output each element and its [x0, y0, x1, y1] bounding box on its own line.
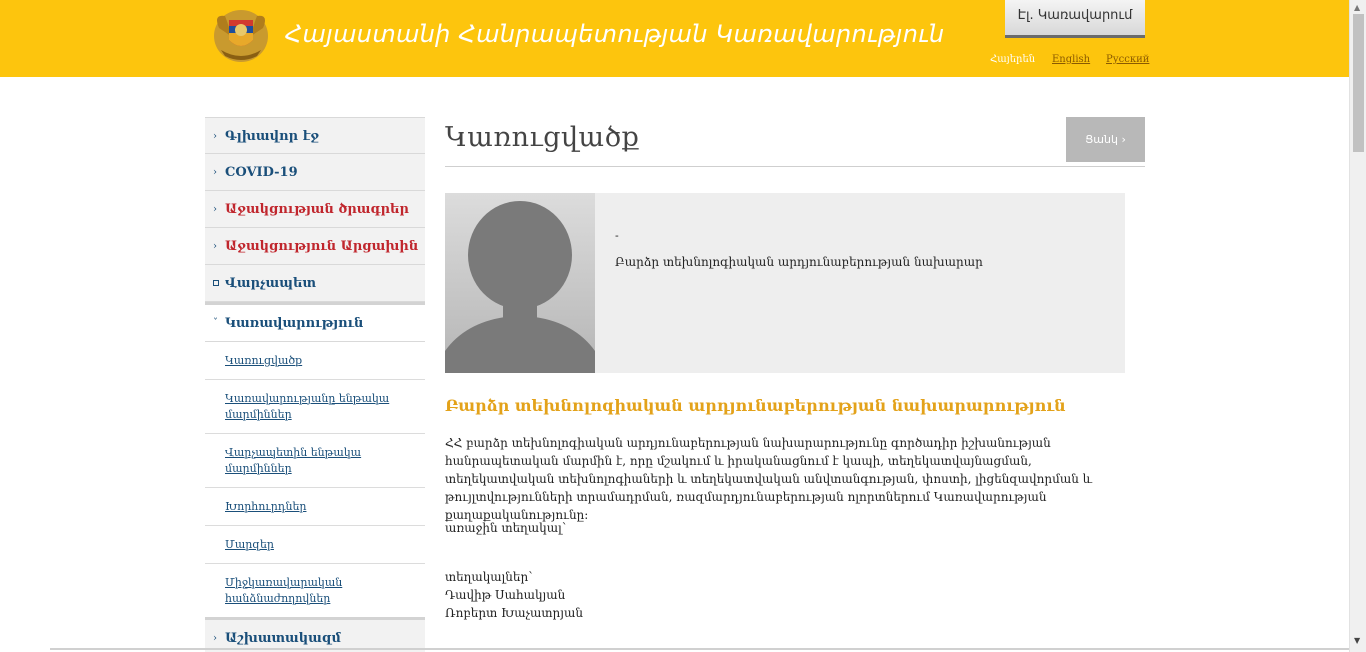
official-name: -	[615, 229, 619, 242]
chevron-right-icon: ›	[213, 204, 217, 215]
scroll-down-icon[interactable]: ▼	[1354, 636, 1360, 645]
sidebar-item-label: Աջակցություն Արցախին	[225, 239, 419, 254]
sidebar-item-prime-minister[interactable]: Վարչապետ	[205, 265, 425, 302]
sidebar-subitem-regions[interactable]: Մարզեր	[205, 526, 425, 564]
deputy-name: Ռոբերտ Խաչատրյան	[445, 606, 583, 620]
sidebar-item-label: Կառավարություն	[225, 316, 364, 331]
title-divider	[445, 166, 1145, 167]
official-card: - Բարձր տեխնոլոգիական արդյունաբերության …	[445, 193, 1125, 373]
vertical-scrollbar[interactable]: ▲ ▼	[1349, 0, 1366, 652]
lang-english-link[interactable]: English	[1052, 54, 1090, 65]
sidebar-item-covid[interactable]: › COVID-19	[205, 154, 425, 191]
official-position: Բարձր տեխնոլոգիական արդյունաբերության նա…	[615, 255, 983, 269]
sidebar-item-label: Աշխատակազմ	[225, 631, 341, 646]
site-header: Հայաստանի Հանրապետության Կառավարություն …	[0, 0, 1349, 77]
first-deputy-label: առաջին տեղակալ՝	[445, 521, 567, 535]
lang-russian-link[interactable]: Русский	[1106, 54, 1149, 65]
sidebar-subitem-structure[interactable]: Կառուցվածք	[205, 342, 425, 380]
scroll-up-icon[interactable]: ▲	[1354, 3, 1360, 12]
chevron-right-icon: ›	[213, 167, 217, 178]
sidebar-item-label: Գլխավոր էջ	[225, 129, 320, 144]
sidebar-subitem-pm-bodies[interactable]: Վարչապետին ենթակա մարմիններ	[205, 434, 425, 488]
page-bottom-divider	[50, 648, 1349, 650]
sidebar-item-label: COVID-19	[225, 165, 298, 180]
square-bullet-icon	[213, 280, 219, 286]
ministry-name: Բարձր տեխնոլոգիական արդյունաբերության նա…	[445, 396, 1066, 415]
sidebar-item-label: Աջակցության ծրագրեր	[225, 202, 409, 217]
sidebar-subitem-commissions[interactable]: Միջկառավարական հանձնաժողովներ	[205, 564, 425, 620]
lang-armenian-link[interactable]: Հայերեն	[990, 54, 1035, 65]
back-to-list-button[interactable]: Ցանկ ›	[1066, 117, 1145, 162]
chevron-down-icon: ˇ	[213, 318, 218, 329]
sidebar-item-home[interactable]: › Գլխավոր էջ	[205, 117, 425, 154]
ministry-description: ՀՀ բարձր տեխնոլոգիական արդյունաբերության…	[445, 436, 1093, 522]
chevron-right-icon: ›	[213, 241, 217, 252]
sidebar-subitem-gov-bodies[interactable]: Կառավարությանը ենթակա մարմիններ	[205, 380, 425, 434]
e-government-button[interactable]: Էլ. Կառավարում	[1005, 0, 1145, 38]
deputy-name: Դավիթ Սահակյան	[445, 588, 566, 602]
deputies-label: տեղակալներ՝	[445, 570, 533, 584]
sidebar-item-support-artsakh[interactable]: › Աջակցություն Արցախին	[205, 228, 425, 265]
sidebar-nav: › Գլխավոր էջ › COVID-19 › Աջակցության ծր…	[205, 117, 425, 652]
chevron-right-icon: ›	[213, 131, 217, 142]
coat-of-arms-logo[interactable]	[211, 6, 271, 66]
sidebar-subitem-councils[interactable]: Խորհուրդներ	[205, 488, 425, 526]
page-title: Կառուցվածք	[445, 122, 640, 153]
site-title[interactable]: Հայաստանի Հանրապետության Կառավարություն	[285, 20, 944, 48]
sidebar-item-label: Վարչապետ	[225, 276, 317, 291]
scrollbar-thumb[interactable]	[1353, 14, 1364, 152]
avatar	[445, 193, 595, 373]
sidebar-item-government[interactable]: ˇ Կառավարություն	[205, 302, 425, 342]
sidebar-item-support-programs[interactable]: › Աջակցության ծրագրեր	[205, 191, 425, 228]
